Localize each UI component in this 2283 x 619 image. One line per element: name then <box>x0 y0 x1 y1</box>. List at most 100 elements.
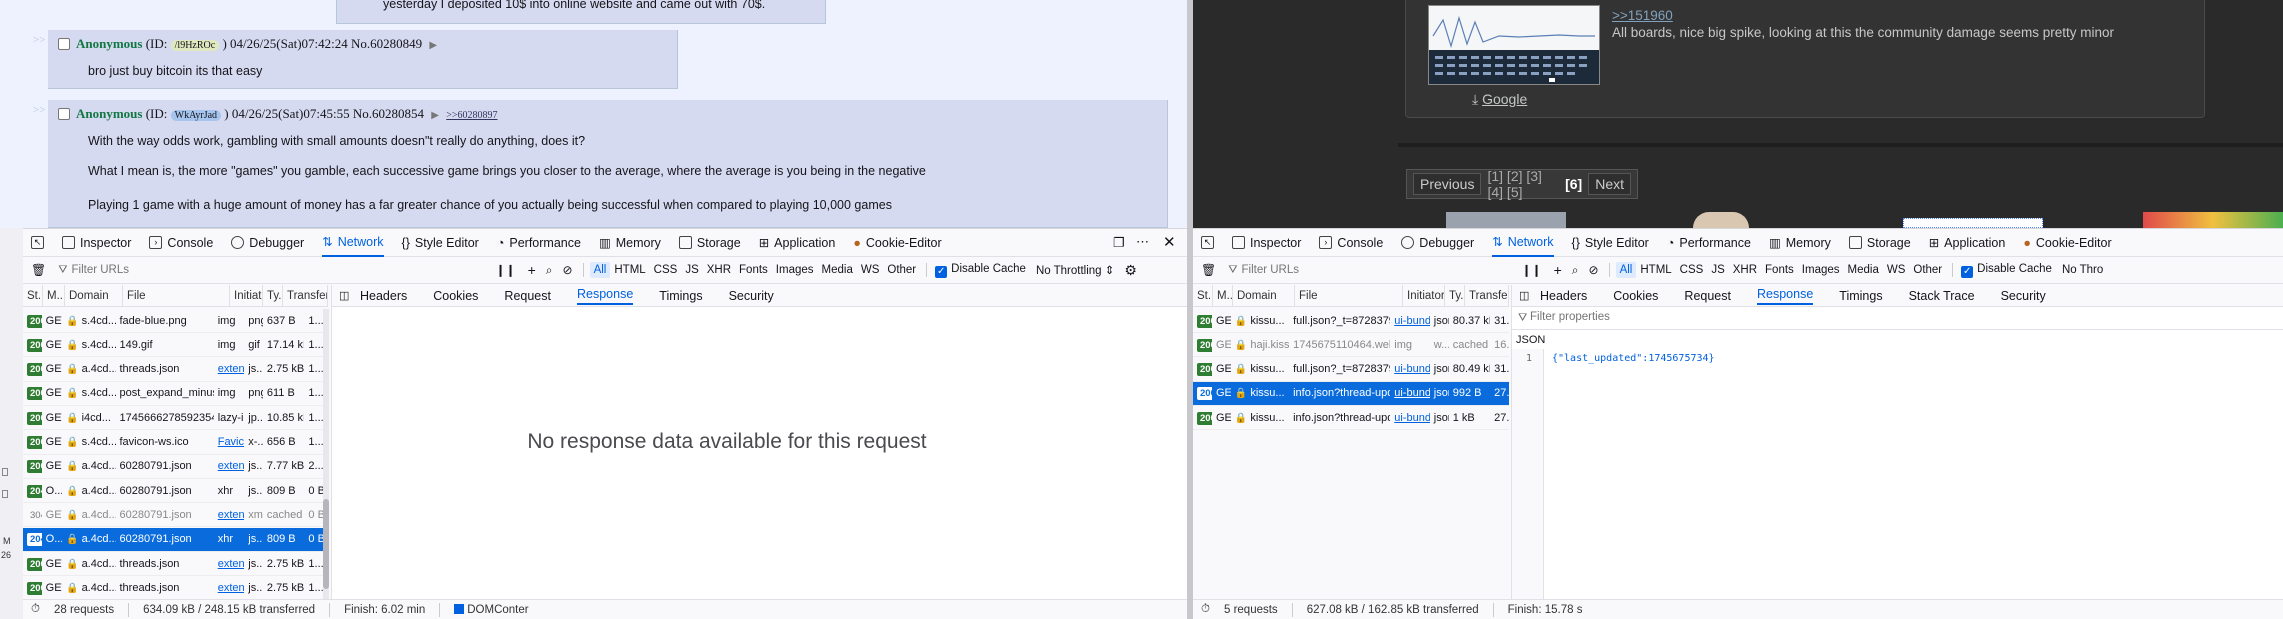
page-links[interactable]: [1] [2] [3] [4] [5] <box>1487 168 1559 200</box>
tab-stack-trace[interactable]: Stack Trace <box>1909 289 1975 303</box>
type-ws[interactable]: WS <box>1883 262 1910 278</box>
tool-cookie-editor[interactable]: ● Cookie-Editor <box>853 229 941 257</box>
block-icon[interactable]: ⊘ <box>563 263 573 277</box>
post-checkbox[interactable] <box>58 108 70 120</box>
throttling-select[interactable]: No Throttling ⇕ <box>1036 263 1114 277</box>
col-status[interactable]: St... <box>23 284 43 307</box>
col-file[interactable]: File <box>123 284 230 307</box>
type-all[interactable]: All <box>1615 262 1637 278</box>
tab-cookies[interactable]: Cookies <box>1613 289 1658 303</box>
tool-storage[interactable]: Storage <box>678 229 741 257</box>
trash-icon[interactable]: 🗑 <box>31 263 46 277</box>
type-js[interactable]: JS <box>681 262 702 278</box>
initiator-text[interactable]: extensio... <box>218 363 245 375</box>
post-menu-arrow-icon[interactable]: ▶ <box>429 40 437 51</box>
dock-icon[interactable]: ❐ <box>1113 235 1125 251</box>
tool-memory[interactable]: ▥ Memory <box>1769 229 1831 257</box>
type-other[interactable]: Other <box>883 262 920 278</box>
tool-debugger[interactable]: Debugger <box>1401 229 1474 257</box>
tab-response[interactable]: Response <box>1756 287 1814 305</box>
col-initiator[interactable]: Initiator <box>230 284 263 307</box>
pick-element-button[interactable]: ↖ <box>1201 229 1214 257</box>
type-ws[interactable]: WS <box>857 262 884 278</box>
initiator-text[interactable]: extensio... <box>218 558 245 570</box>
poster-id[interactable]: WkAyrJad <box>170 110 222 121</box>
type-other[interactable]: Other <box>1909 262 1946 278</box>
type-xhr[interactable]: XHR <box>1729 262 1761 278</box>
col-domain[interactable]: Domain <box>65 284 123 307</box>
more-options-icon[interactable]: ⋯ <box>1136 234 1149 250</box>
post-number[interactable]: No.60280849 <box>351 36 422 51</box>
block-icon[interactable]: ⊘ <box>1589 263 1599 277</box>
request-row[interactable]: 200GET🔒a.4cd...threads.jsonextensio...js… <box>23 552 323 576</box>
request-row[interactable]: 200GET🔒kissu... full.json?_t=872837911 ui-… <box>1193 358 1509 382</box>
request-row[interactable]: 200GET🔒kissu... info.json?thread-update?_… <box>1193 381 1509 406</box>
tool-style-editor[interactable]: {} Style Editor <box>402 229 479 257</box>
request-row[interactable]: 200GET🔒a.4cd...threads.jsonextensio...js… <box>23 576 323 601</box>
tool-style-editor[interactable]: {} Style Editor <box>1572 229 1649 257</box>
initiator-text[interactable]: ui-bundl... <box>1394 315 1430 327</box>
request-list-scrollbar[interactable] <box>323 309 329 599</box>
poster-id[interactable]: /l9HzROc <box>170 40 220 51</box>
request-row[interactable]: 200GET🔒i4cd...1745666278592354s.jpglazy-… <box>23 406 323 431</box>
tab-headers[interactable]: Headers <box>360 289 407 303</box>
request-row[interactable]: 200GET🔒kissu... full.json?_t=872837910 ui-… <box>1193 309 1509 333</box>
json-response-line[interactable]: {"last_updated":1745675734} <box>1552 353 1715 364</box>
tab-timings[interactable]: Timings <box>1839 289 1882 303</box>
tool-network[interactable]: ⇅ Network <box>1492 229 1554 257</box>
tab-headers[interactable]: Headers <box>1540 289 1587 303</box>
initiator-text[interactable]: extensio... <box>218 582 245 594</box>
tool-storage[interactable]: Storage <box>1848 229 1911 257</box>
tool-cookie-editor[interactable]: ● Cookie-Editor <box>2023 229 2111 257</box>
col-status[interactable]: St... <box>1193 284 1213 307</box>
tab-security[interactable]: Security <box>729 289 774 303</box>
tool-network[interactable]: ⇅ Network <box>322 229 384 257</box>
request-row[interactable]: 200GET🔒kissu... info.json?thread-update?_… <box>1193 406 1509 431</box>
post-checkbox[interactable] <box>58 38 70 50</box>
previous-button[interactable]: Previous <box>1413 173 1482 195</box>
type-xhr[interactable]: XHR <box>703 262 735 278</box>
initiator-text[interactable]: ui-bundl... <box>1394 387 1430 399</box>
throttling-select[interactable]: No Thro <box>2062 264 2103 276</box>
col-method[interactable]: M... <box>43 284 65 307</box>
request-row[interactable]: 200GET🔒a.4cd...threads.jsonextensio...js… <box>23 358 323 382</box>
tool-memory[interactable]: ▥ Memory <box>599 229 661 257</box>
type-fonts[interactable]: Fonts <box>735 262 772 278</box>
initiator-text[interactable]: ui-bundl... <box>1394 412 1430 424</box>
disable-cache-toggle[interactable]: ✓ Disable Cache <box>935 263 1026 278</box>
type-media[interactable]: Media <box>1844 262 1883 278</box>
search-icon[interactable]: ⌕ <box>546 263 553 278</box>
pick-element-button[interactable]: ↖ <box>31 229 44 257</box>
pause-icon[interactable]: ❙❙ <box>495 263 515 277</box>
thumbnail-strip-1[interactable] <box>1446 212 1566 228</box>
tool-inspector[interactable]: Inspector <box>62 229 131 257</box>
col-transferred[interactable]: Transfer... <box>283 284 328 307</box>
request-row[interactable]: 204O...🔒a.4cd...60280791.jsonxhrjs...809… <box>23 527 323 552</box>
type-all[interactable]: All <box>589 262 611 278</box>
thumbnail-strip-4[interactable] <box>2143 212 2283 228</box>
trash-icon[interactable]: 🗑 <box>1201 263 1216 277</box>
tab-security[interactable]: Security <box>2001 289 2046 303</box>
filter-urls-input[interactable] <box>1241 264 1510 276</box>
request-row[interactable]: 200GET🔒s.4cd...favicon-ws.icoFaviconL...… <box>23 431 323 455</box>
type-images[interactable]: Images <box>1798 262 1844 278</box>
tab-timings[interactable]: Timings <box>659 289 702 303</box>
thumbnail-strip-2[interactable] <box>1693 212 1749 228</box>
tab-request[interactable]: Request <box>504 289 551 303</box>
col-domain[interactable]: Domain <box>1233 284 1295 307</box>
request-row[interactable]: 204O...🔒a.4cd...60280791.jsonxhrjs...809… <box>23 479 323 504</box>
type-images[interactable]: Images <box>772 262 818 278</box>
initiator-text[interactable]: extensio... <box>218 460 245 472</box>
scrollbar-thumb[interactable] <box>323 499 329 589</box>
col-file[interactable]: File <box>1295 284 1403 307</box>
type-media[interactable]: Media <box>818 262 857 278</box>
tool-performance[interactable]: ◔ Performance <box>497 229 581 257</box>
initiator-text[interactable]: ui-bundl... <box>1394 363 1430 375</box>
type-js[interactable]: JS <box>1707 262 1728 278</box>
request-row[interactable]: 200GET🔒haji.kiss...1745675110464.webpimg… <box>1193 333 1509 358</box>
tool-console[interactable]: › Console <box>149 229 213 257</box>
search-icon[interactable]: ⌕ <box>1572 263 1579 278</box>
disable-cache-toggle[interactable]: ✓ Disable Cache <box>1961 263 2052 278</box>
initiator-text[interactable]: FaviconL... <box>218 436 245 448</box>
initiator-text[interactable]: extensio... <box>218 509 245 521</box>
